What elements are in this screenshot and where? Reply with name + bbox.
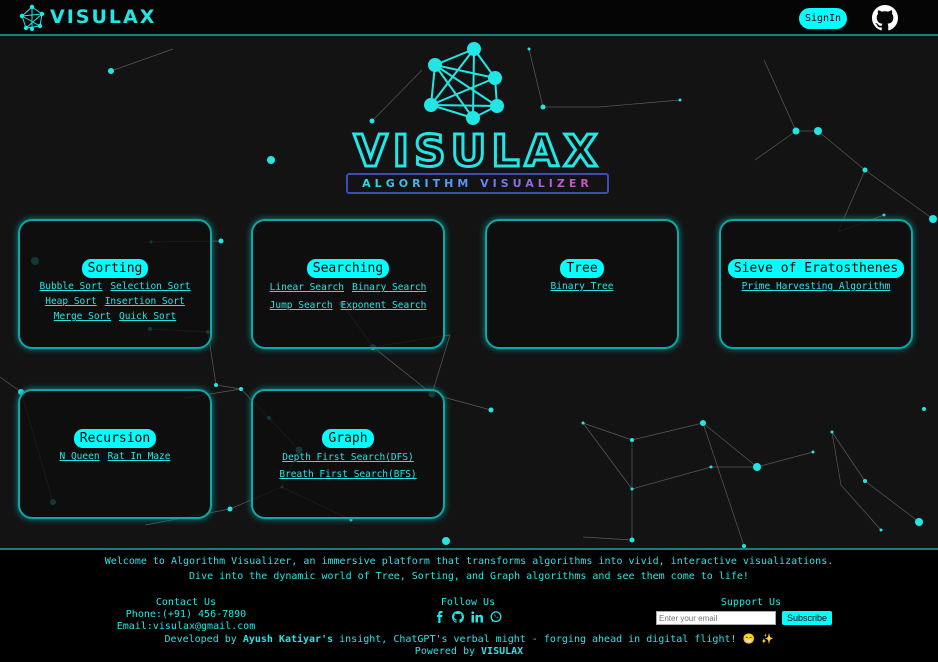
link-quick-sort[interactable]: Quick Sort	[119, 311, 176, 322]
welcome-line-1: Welcome to Algorithm Visualizer, an imme…	[104, 556, 834, 567]
support-title: Support Us	[720, 597, 782, 608]
link-selection-sort[interactable]: Selection Sort	[110, 281, 190, 292]
contact-title: Contact Us	[155, 597, 217, 608]
hero-title: VISULAX	[352, 125, 603, 179]
linkedin-icon[interactable]	[471, 611, 484, 623]
link-binary-search[interactable]: Binary Search	[352, 282, 426, 293]
link-exponent-search[interactable]: Exponent Search	[341, 300, 427, 311]
brand-name[interactable]: VISULAX	[50, 6, 156, 28]
link-merge-sort[interactable]: Merge Sort	[54, 311, 111, 322]
contact-phone: Phone:(+91) 456-7890	[125, 609, 247, 620]
link-binary-tree[interactable]: Binary Tree	[551, 281, 614, 292]
link-n-queen[interactable]: N Queen	[60, 451, 100, 462]
hero-network-icon	[424, 42, 504, 125]
card-title[interactable]: Tree	[560, 259, 604, 278]
powered-name: VISULAX	[481, 646, 524, 657]
card-title[interactable]: Searching	[306, 259, 390, 278]
signin-button[interactable]: SignIn	[799, 8, 847, 29]
tree-card[interactable]: Tree Binary Tree	[485, 219, 679, 349]
link-heap-sort[interactable]: Heap Sort	[45, 296, 96, 307]
navbar: VISULAX SignIn	[0, 0, 938, 36]
support-section: Support Us Subscribe	[656, 597, 846, 625]
github-icon[interactable]	[451, 611, 464, 623]
sorting-card[interactable]: Sorting Bubble Sort Selection Sort Heap S…	[18, 219, 212, 349]
developer-credit: Developed by Ayush Katiyar's insight, Ch…	[0, 634, 938, 658]
subscribe-button[interactable]: Subscribe	[782, 611, 833, 625]
searching-card[interactable]: Searching Linear Search Binary Search Jum…	[251, 219, 445, 349]
link-prime-harvesting[interactable]: Prime Harvesting Algorithm	[742, 281, 891, 292]
link-bfs[interactable]: Breath First Search(BFS)	[279, 469, 416, 480]
card-title[interactable]: Sieve of Eratosthenes	[727, 259, 905, 278]
dev-name: Ayush Katiyar's	[242, 634, 334, 645]
github-icon[interactable]	[872, 5, 898, 31]
dev-prefix: Developed by	[164, 634, 243, 645]
email-input[interactable]	[656, 611, 776, 625]
link-rat-in-maze[interactable]: Rat In Maze	[108, 451, 171, 462]
card-title[interactable]: Recursion	[73, 429, 157, 448]
recursion-card[interactable]: Recursion N Queen Rat In Maze	[18, 389, 212, 519]
card-title[interactable]: Sorting	[81, 259, 149, 278]
network-logo-icon[interactable]	[18, 4, 46, 32]
card-title[interactable]: Graph	[322, 429, 374, 448]
graph-card[interactable]: Graph Depth First Search(DFS) Breath Fir…	[251, 389, 445, 519]
follow-title: Follow Us	[440, 597, 496, 608]
hero-subtitle: ALGORITHM VISUALIZER	[346, 173, 609, 194]
footer: Welcome to Algorithm Visualizer, an imme…	[0, 548, 938, 662]
follow-section: Follow Us	[418, 597, 518, 625]
link-bubble-sort[interactable]: Bubble Sort	[40, 281, 103, 292]
welcome-line-2: Dive into the dynamic world of Tree, Sor…	[189, 571, 749, 582]
link-jump-search[interactable]: Jump Search	[270, 300, 333, 311]
dev-suffix: insight, ChatGPT's verbal might - forgin…	[333, 634, 774, 645]
facebook-icon[interactable]	[434, 611, 445, 623]
contact-section: Contact Us Phone:(+91) 456-7890 Email:vi…	[116, 597, 256, 633]
sieve-card[interactable]: Sieve of Eratosthenes Prime Harvesting A…	[719, 219, 913, 349]
contact-email: Email:visulax@gmail.com	[116, 621, 256, 632]
whatsapp-icon[interactable]	[490, 611, 502, 623]
link-insertion-sort[interactable]: Insertion Sort	[105, 296, 185, 307]
powered-prefix: Powered by	[414, 646, 482, 657]
link-linear-search[interactable]: Linear Search	[270, 282, 344, 293]
link-dfs[interactable]: Depth First Search(DFS)	[282, 452, 414, 463]
